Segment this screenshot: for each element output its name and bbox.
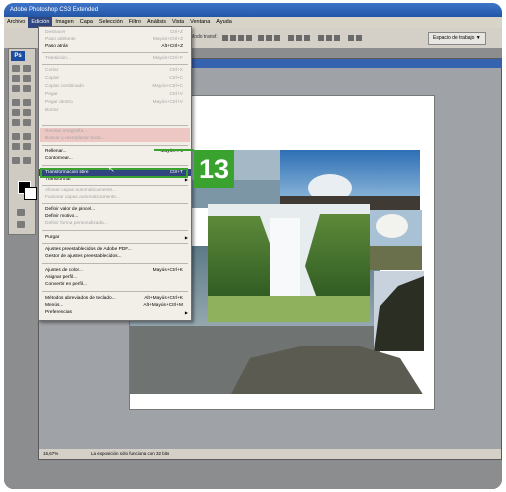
menu-ayuda[interactable]: Ayuda: [213, 17, 235, 28]
screen-mode-icon[interactable]: [17, 221, 25, 228]
menu-separator: [42, 263, 188, 264]
type-tool-icon[interactable]: [23, 133, 31, 140]
menu-item-pegar-dentro[interactable]: Pegar dentro Mayús+Ctrl+V: [39, 99, 191, 106]
menu-archivo[interactable]: Archivo: [4, 17, 28, 28]
menu-separator: [42, 52, 188, 53]
menu-separator: [42, 185, 188, 186]
brush-tool-icon[interactable]: [23, 99, 31, 106]
submenu-arrow-icon: ▶: [184, 310, 188, 315]
menu-item-buscar-reemplazar[interactable]: Buscar y reemplazar texto...: [39, 135, 191, 142]
hand-tool-icon[interactable]: [12, 157, 20, 164]
callout-step-badge: 13: [194, 150, 234, 188]
menu-item-revisar-ortografia[interactable]: Revisar ortografía...: [39, 128, 191, 135]
menu-separator: [42, 145, 188, 146]
marquee-tool-icon[interactable]: [23, 65, 31, 72]
menu-separator: [42, 165, 188, 166]
menu-item-pegar[interactable]: Pegar Ctrl+V: [39, 91, 191, 98]
screen-frame: Adobe Photoshop CS3 Extended Archivo Edic…: [4, 3, 502, 489]
background-color-swatch[interactable]: [24, 187, 37, 200]
menu-item-contornear[interactable]: Contornear...: [39, 155, 191, 162]
menu-item-cortar[interactable]: Cortar Ctrl+X: [39, 67, 191, 74]
menu-item-definir-forma[interactable]: Definir forma personalizada...: [39, 220, 191, 227]
window-titlebar: Adobe Photoshop CS3 Extended: [4, 3, 502, 17]
menu-item-paso-atras[interactable]: Paso atrás Alt+Ctrl+Z: [39, 43, 191, 50]
menu-separator: [42, 291, 188, 292]
menu-item-definir-pincel[interactable]: Definir valor de pincel...: [39, 206, 191, 213]
menu-item-fusionar-capas[interactable]: Fusionar capas automáticamente...: [39, 194, 191, 201]
align-icons[interactable]: [222, 33, 412, 43]
tools-panel: Ps: [8, 48, 37, 235]
magic-wand-tool-icon[interactable]: [23, 75, 31, 82]
submenu-arrow-icon: ▶: [184, 235, 188, 240]
menu-separator: [42, 125, 188, 126]
eraser-tool-icon[interactable]: [12, 119, 20, 126]
menu-item-menus[interactable]: Menús... Alt+Mayús+Ctrl+M: [39, 302, 191, 309]
photoshop-logo-icon: Ps: [11, 51, 25, 61]
menu-item-ajustes-pdf[interactable]: Ajustes preestablecidos de Adobe PDF...: [39, 246, 191, 253]
zoom-level[interactable]: 16,67%: [43, 449, 58, 459]
crop-tool-icon[interactable]: [12, 85, 20, 92]
lasso-tool-icon[interactable]: [12, 75, 20, 82]
menu-item-asignar-perfil[interactable]: Asignar perfil...: [39, 274, 191, 281]
menu-item-convertir-perfil[interactable]: Convertir en perfil...: [39, 281, 191, 288]
shape-tool-icon[interactable]: [23, 143, 31, 150]
move-tool-icon[interactable]: [12, 65, 20, 72]
zoom-tool-icon[interactable]: [23, 157, 31, 164]
menu-item-borrar[interactable]: Borrar: [39, 107, 191, 114]
menu-item-preferencias[interactable]: Preferencias ▶: [39, 309, 191, 316]
status-message: La exposición sólo funciona con 32 bits: [91, 451, 170, 456]
healing-tool-icon[interactable]: [12, 99, 20, 106]
transform-mode-text: Modo transf.: [190, 34, 218, 40]
gradient-tool-icon[interactable]: [23, 119, 31, 126]
history-brush-tool-icon[interactable]: [23, 109, 31, 116]
menu-item-metodos-abreviados[interactable]: Métodos abreviados de teclado... Alt+Mayú…: [39, 295, 191, 302]
menu-item-purgar[interactable]: Purgar ▶: [39, 234, 191, 241]
stamp-tool-icon[interactable]: [12, 109, 20, 116]
workspace-button[interactable]: Espacio de trabajo ▼: [428, 32, 486, 45]
status-bar: 16,67% La exposición sólo funciona con 3…: [39, 449, 501, 459]
menu-item-gestor-ajustes[interactable]: Gestor de ajustes preestablecidos...: [39, 253, 191, 260]
menu-item-ajustes-color[interactable]: Ajustes de color... Mayús+Ctrl+K: [39, 267, 191, 274]
menu-item-copiar[interactable]: Copiar Ctrl+C: [39, 75, 191, 82]
menu-separator: [42, 230, 188, 231]
menu-item-alinear-capas[interactable]: Alinear capas automáticamente...: [39, 187, 191, 194]
path-select-tool-icon[interactable]: [12, 143, 20, 150]
callout-connector: [154, 149, 194, 151]
menu-separator: [42, 64, 188, 65]
mouse-cursor-icon: ↖: [108, 165, 115, 174]
quick-mask-icon[interactable]: [17, 209, 25, 216]
menu-item-transicion[interactable]: Transición... Mayús+Ctrl+F: [39, 55, 191, 62]
edit-menu: Deshacer Ctrl+Z Paso adelante Mayús+Ctrl+Z…: [38, 26, 192, 321]
menu-item-paso-adelante[interactable]: Paso adelante Mayús+Ctrl+Z: [39, 36, 191, 43]
menu-separator: [42, 243, 188, 244]
window-title: Adobe Photoshop CS3 Extended: [10, 7, 99, 13]
menu-item-deshacer[interactable]: Deshacer Ctrl+Z: [39, 29, 191, 36]
menu-separator: [42, 203, 188, 204]
slice-tool-icon[interactable]: [23, 85, 31, 92]
menu-item-definir-motivo[interactable]: Definir motivo...: [39, 213, 191, 220]
menu-item-copiar-combinado[interactable]: Copiar combinado Mayús+Ctrl+C: [39, 83, 191, 90]
pen-tool-icon[interactable]: [12, 133, 20, 140]
